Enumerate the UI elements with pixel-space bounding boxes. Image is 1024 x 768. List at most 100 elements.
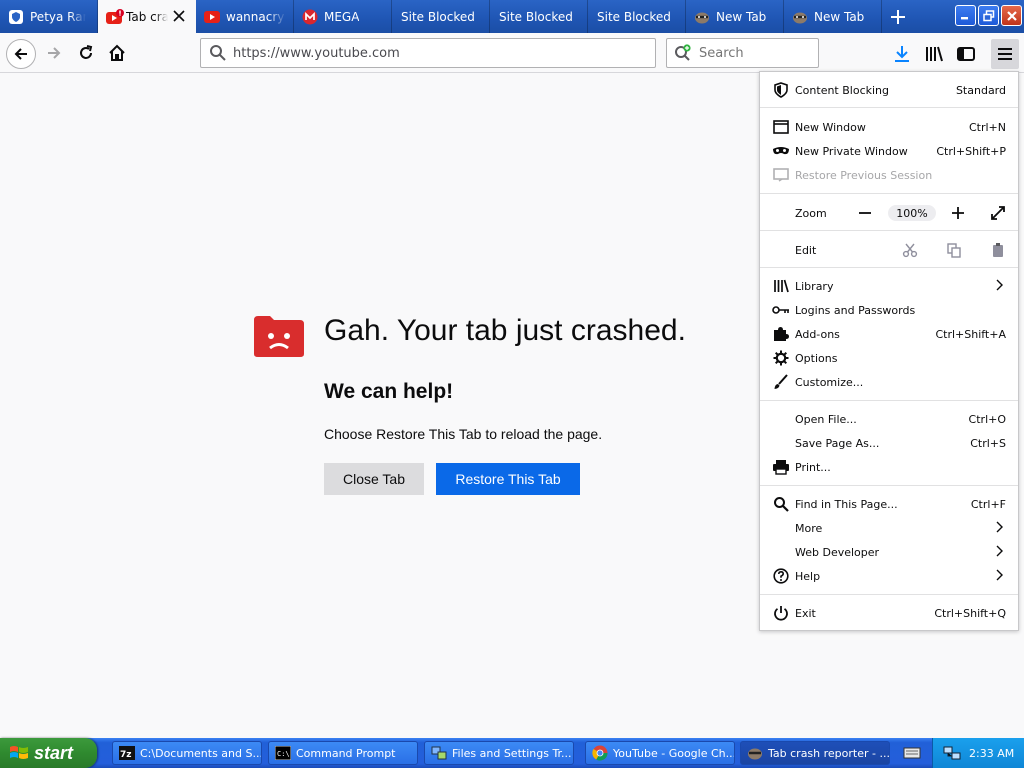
library-icon (772, 278, 790, 294)
zoom-in-button[interactable] (950, 205, 966, 221)
restore-tab-button[interactable]: Restore This Tab (436, 463, 580, 495)
url-input[interactable] (233, 45, 655, 61)
menu-restore-session[interactable]: Restore Previous Session (760, 163, 1018, 187)
tab-site-blocked-1[interactable]: Site Blocked (392, 0, 490, 33)
taskbar-item-label: C:\Documents and S... (140, 746, 262, 760)
library-icon (926, 46, 943, 62)
taskbar-item-7zip[interactable]: 7z C:\Documents and S... (112, 741, 262, 765)
menu-customize[interactable]: Customize... (760, 370, 1018, 394)
migration-icon (431, 745, 447, 761)
paintbrush-icon (772, 374, 790, 390)
menu-separator (760, 594, 1018, 595)
7zip-icon: 7z (119, 745, 135, 761)
menu-save-page[interactable]: Save Page As... Ctrl+S (760, 431, 1018, 455)
close-tab-icon[interactable] (172, 9, 186, 26)
firefox-icon (747, 745, 763, 761)
menu-label: Find in This Page... (795, 497, 898, 511)
crash-message: Choose Restore This Tab to reload the pa… (324, 426, 603, 442)
menu-new-window[interactable]: New Window Ctrl+N (760, 115, 1018, 139)
start-button[interactable]: start (0, 738, 97, 768)
menu-web-developer[interactable]: Web Developer (760, 540, 1018, 564)
paste-button[interactable] (990, 242, 1006, 261)
tab-site-blocked-2[interactable]: Site Blocked (490, 0, 588, 33)
search-icon (209, 44, 227, 62)
menu-more[interactable]: More (760, 516, 1018, 540)
tab-crashed[interactable]: Tab crashed (98, 0, 196, 33)
tab-mega[interactable]: MEGA (294, 0, 392, 33)
tab-new-tab-1[interactable]: New Tab (686, 0, 784, 33)
svg-text:C:\: C:\ (277, 750, 290, 758)
power-icon (772, 605, 790, 621)
copy-button[interactable] (946, 242, 962, 261)
taskbar-item-crash-reporter[interactable]: Tab crash reporter - ... (740, 741, 890, 765)
fullscreen-button[interactable] (990, 205, 1006, 221)
menu-label: Restore Previous Session (795, 168, 933, 182)
menu-label: Exit (795, 606, 816, 620)
menu-shortcut: Ctrl+Shift+A (935, 327, 1006, 341)
chevron-right-icon (996, 568, 1004, 585)
back-button[interactable] (6, 39, 36, 69)
menu-separator (760, 400, 1018, 401)
menu-library[interactable]: Library (760, 274, 1018, 298)
library-button[interactable] (923, 43, 945, 65)
taskbar-item-label: Tab crash reporter - ... (768, 746, 890, 760)
menu-shortcut: Ctrl+O (968, 412, 1006, 426)
plus-icon (891, 10, 905, 24)
tab-title: Petya Ransomware (30, 9, 86, 24)
taskbar-item-migration[interactable]: Files and Settings Tr... (424, 741, 574, 765)
raccoon-icon (792, 10, 808, 24)
menu-print[interactable]: Print... (760, 455, 1018, 479)
puzzle-icon (772, 326, 790, 342)
minus-icon (859, 212, 871, 214)
restore-icon (982, 9, 994, 21)
tab-wannacry[interactable]: wannacry download (196, 0, 294, 33)
downloads-button[interactable] (891, 43, 913, 65)
reload-icon (80, 45, 93, 59)
menu-addons[interactable]: Add-ons Ctrl+Shift+A (760, 322, 1018, 346)
content-blocking-value: Standard (955, 83, 1006, 97)
menu-new-private-window[interactable]: New Private Window Ctrl+Shift+P (760, 139, 1018, 163)
search-input[interactable] (699, 45, 818, 61)
taskbar-item-label: Command Prompt (296, 746, 396, 760)
private-mask-icon (772, 143, 790, 159)
minimize-button[interactable] (955, 5, 976, 26)
key-icon (772, 302, 790, 318)
forward-button[interactable] (40, 39, 68, 67)
restore-button[interactable] (978, 5, 999, 26)
restore-session-icon (772, 167, 790, 183)
close-window-button[interactable] (1001, 5, 1022, 26)
menu-help[interactable]: Help (760, 564, 1018, 588)
close-tab-button[interactable]: Close Tab (324, 463, 424, 495)
taskbar-item-chrome[interactable]: YouTube - Google Ch... (585, 741, 735, 765)
search-bar[interactable] (666, 38, 819, 68)
taskbar-item-cmd[interactable]: C:\ Command Prompt (268, 741, 418, 765)
app-menu-panel: Content Blocking Standard New Window Ctr… (759, 71, 1019, 631)
tab-site-blocked-3[interactable]: Site Blocked (588, 0, 686, 33)
keyboard-icon[interactable] (903, 745, 921, 765)
menu-options[interactable]: Options (760, 346, 1018, 370)
sidebar-toggle-button[interactable] (955, 43, 977, 65)
menu-label: Content Blocking (795, 83, 890, 97)
menu-find[interactable]: Find in This Page... Ctrl+F (760, 492, 1018, 516)
zoom-out-button[interactable] (857, 205, 873, 221)
zoom-reset-button[interactable]: 100% (888, 205, 936, 221)
menu-exit[interactable]: Exit Ctrl+Shift+Q (760, 601, 1018, 625)
fullscreen-icon (991, 206, 1005, 220)
cut-button[interactable] (902, 242, 918, 261)
home-button[interactable] (103, 39, 131, 67)
tab-new-tab-2[interactable]: New Tab (784, 0, 882, 33)
menu-open-file[interactable]: Open File... Ctrl+O (760, 407, 1018, 431)
tab-petya[interactable]: Petya Ransomware (0, 0, 98, 33)
reload-button[interactable] (72, 39, 100, 67)
new-tab-button[interactable] (888, 7, 908, 27)
menu-label: Help (795, 569, 821, 583)
menu-content-blocking[interactable]: Content Blocking Standard (760, 78, 1018, 102)
printer-icon (772, 459, 790, 475)
arrow-left-icon (14, 48, 27, 60)
clock[interactable]: 2:33 AM (969, 747, 1014, 760)
menu-logins[interactable]: Logins and Passwords (760, 298, 1018, 322)
network-icon[interactable] (943, 745, 961, 761)
search-engine-icon[interactable] (674, 44, 694, 62)
open-menu-button[interactable] (991, 39, 1019, 69)
url-bar[interactable] (200, 38, 656, 68)
